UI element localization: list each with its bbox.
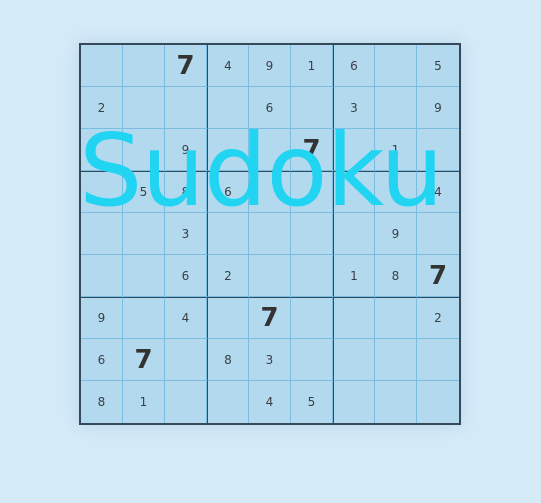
sudoku-cell[interactable] — [417, 129, 459, 171]
sudoku-cell[interactable]: 7 — [165, 45, 207, 87]
sudoku-cell[interactable] — [375, 171, 417, 213]
sudoku-cell[interactable]: 1 — [291, 45, 333, 87]
sudoku-cell[interactable]: 2 — [207, 255, 249, 297]
sudoku-cell[interactable] — [333, 339, 375, 381]
sudoku-cell[interactable] — [207, 297, 249, 339]
sudoku-cell[interactable]: 7 — [123, 339, 165, 381]
sudoku-cell[interactable] — [291, 255, 333, 297]
sudoku-cell[interactable]: 9 — [249, 45, 291, 87]
sudoku-cell[interactable] — [123, 87, 165, 129]
sudoku-cell[interactable] — [207, 87, 249, 129]
sudoku-cell[interactable] — [165, 381, 207, 423]
sudoku-board-frame: 749165263997158643962187947267838145 — [79, 43, 461, 425]
sudoku-cell[interactable]: 2 — [81, 87, 123, 129]
sudoku-cell[interactable]: 4 — [165, 297, 207, 339]
sudoku-cell[interactable] — [81, 171, 123, 213]
sudoku-cell[interactable]: 6 — [81, 339, 123, 381]
sudoku-cell[interactable]: 8 — [375, 255, 417, 297]
sudoku-cell[interactable] — [375, 87, 417, 129]
sudoku-cell[interactable] — [249, 171, 291, 213]
sudoku-cell[interactable] — [417, 213, 459, 255]
sudoku-cell[interactable]: 3 — [165, 213, 207, 255]
sudoku-cell[interactable]: 1 — [375, 129, 417, 171]
sudoku-cell[interactable] — [333, 129, 375, 171]
sudoku-cell[interactable]: 9 — [417, 87, 459, 129]
sudoku-cell[interactable]: 9 — [375, 213, 417, 255]
sudoku-cell[interactable] — [207, 129, 249, 171]
sudoku-cell[interactable]: 7 — [249, 297, 291, 339]
sudoku-cell[interactable]: 3 — [249, 339, 291, 381]
sudoku-cell[interactable] — [333, 213, 375, 255]
sudoku-cell[interactable]: 6 — [165, 255, 207, 297]
sudoku-cell[interactable] — [291, 171, 333, 213]
sudoku-cell[interactable]: 6 — [249, 87, 291, 129]
sudoku-cell[interactable]: 4 — [207, 45, 249, 87]
sudoku-cell[interactable] — [81, 45, 123, 87]
sudoku-cell[interactable]: 6 — [333, 45, 375, 87]
sudoku-cell[interactable] — [165, 87, 207, 129]
sudoku-cell[interactable] — [123, 213, 165, 255]
sudoku-cell[interactable]: 9 — [165, 129, 207, 171]
sudoku-cell[interactable] — [249, 213, 291, 255]
sudoku-cell[interactable]: 8 — [81, 381, 123, 423]
sudoku-cell[interactable] — [375, 339, 417, 381]
sudoku-cell[interactable]: 5 — [417, 45, 459, 87]
sudoku-cell[interactable]: 4 — [249, 381, 291, 423]
sudoku-cell[interactable] — [333, 171, 375, 213]
sudoku-cell[interactable]: 1 — [123, 381, 165, 423]
sudoku-cell[interactable] — [123, 297, 165, 339]
sudoku-cell[interactable]: 4 — [417, 171, 459, 213]
sudoku-cell[interactable]: 7 — [417, 255, 459, 297]
sudoku-cell[interactable] — [123, 255, 165, 297]
sudoku-cell[interactable] — [81, 255, 123, 297]
sudoku-cell[interactable] — [417, 339, 459, 381]
sudoku-cell[interactable] — [417, 381, 459, 423]
sudoku-cell[interactable]: 9 — [81, 297, 123, 339]
sudoku-cell[interactable] — [81, 213, 123, 255]
sudoku-cell[interactable]: 6 — [207, 171, 249, 213]
sudoku-cell[interactable] — [165, 339, 207, 381]
sudoku-cell[interactable] — [291, 87, 333, 129]
sudoku-cell[interactable]: 8 — [207, 339, 249, 381]
sudoku-cell[interactable] — [123, 129, 165, 171]
sudoku-cell[interactable] — [249, 255, 291, 297]
sudoku-cell[interactable] — [333, 297, 375, 339]
sudoku-cell[interactable] — [249, 129, 291, 171]
sudoku-cell[interactable]: 7 — [291, 129, 333, 171]
sudoku-cell[interactable]: 3 — [333, 87, 375, 129]
sudoku-cell[interactable] — [291, 297, 333, 339]
sudoku-cell[interactable]: 5 — [291, 381, 333, 423]
sudoku-cell[interactable]: 2 — [417, 297, 459, 339]
sudoku-cell[interactable] — [123, 45, 165, 87]
sudoku-cell[interactable] — [291, 213, 333, 255]
sudoku-cell[interactable] — [207, 381, 249, 423]
sudoku-cell[interactable] — [207, 213, 249, 255]
sudoku-cell[interactable]: 8 — [165, 171, 207, 213]
sudoku-cell[interactable] — [375, 381, 417, 423]
sudoku-board: 749165263997158643962187947267838145 — [81, 45, 459, 423]
sudoku-cell[interactable] — [333, 381, 375, 423]
sudoku-cell[interactable] — [375, 45, 417, 87]
sudoku-cell[interactable] — [291, 339, 333, 381]
sudoku-cell[interactable] — [375, 297, 417, 339]
sudoku-cell[interactable] — [81, 129, 123, 171]
sudoku-cell[interactable]: 1 — [333, 255, 375, 297]
sudoku-cell[interactable]: 5 — [123, 171, 165, 213]
